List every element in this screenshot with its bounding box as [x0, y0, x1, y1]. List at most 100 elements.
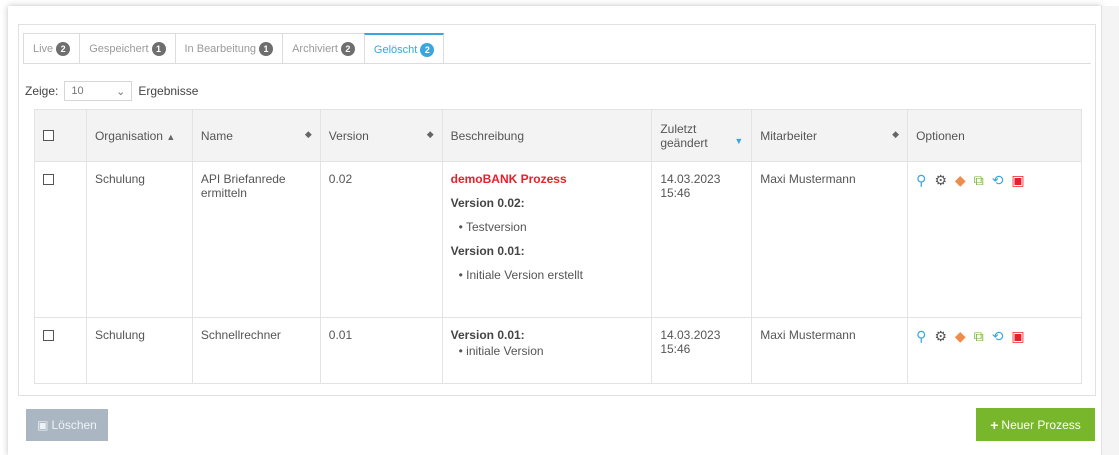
cell-organisation: Schulung	[85, 317, 193, 384]
date-text: 14.03.2023	[660, 172, 721, 186]
header-zuletzt[interactable]: Zuletzt geändert ▼	[651, 109, 753, 162]
tab-label: Archiviert	[292, 42, 338, 55]
table-row: Schulung Schnellrechner 0.01 Version 0.0…	[34, 317, 1082, 384]
version-label: Version 0.01:	[450, 244, 525, 258]
version-label: Version 0.02:	[450, 196, 525, 210]
undo-icon[interactable]: ⟲	[992, 328, 1004, 345]
tags-icon[interactable]: ◆	[955, 172, 966, 189]
plus-icon: +	[990, 416, 999, 433]
count-badge: 2	[420, 42, 435, 57]
header-label: Mitarbeiter	[760, 128, 817, 143]
tab-label: In Bearbeitung	[184, 42, 257, 55]
cell-beschreibung: Version 0.01: • initiale Version	[441, 317, 653, 384]
tags-icon[interactable]: ◆	[955, 328, 966, 345]
status-tabs: Live 2 Gespeichert 1 In Bearbeitung 1 Ar…	[23, 33, 445, 64]
header-mitarbeiter[interactable]: Mitarbeiter ◆	[751, 109, 909, 162]
sort-icon: ◆	[426, 128, 434, 139]
count-badge: 1	[151, 41, 166, 56]
row-select-cell[interactable]	[34, 161, 87, 318]
cell-mitarbeiter: Maxi Mustermann	[751, 161, 909, 318]
new-process-button[interactable]: + Neuer Prozess	[976, 408, 1095, 441]
header-version[interactable]: Version ◆	[319, 109, 443, 162]
tab-label: Live	[33, 42, 54, 55]
header-label: Beschreibung	[450, 128, 525, 143]
trash-icon: ▣	[37, 418, 49, 432]
cell-mitarbeiter: Maxi Mustermann	[751, 317, 909, 384]
trash-icon[interactable]: ▣	[1011, 172, 1024, 189]
sort-icon: ◆	[304, 128, 312, 139]
copy-icon[interactable]: ⧉	[974, 172, 984, 189]
row-checkbox[interactable]	[43, 330, 54, 341]
header-label: Version	[328, 128, 369, 143]
time-text: 15:46	[660, 342, 691, 356]
time-text: 15:46	[660, 186, 691, 200]
cell-optionen: ⚲ ⚙ ◆ ⧉ ⟲ ▣	[907, 161, 1082, 318]
sort-icon: ◆	[892, 128, 900, 139]
length-suffix: Ergebnisse	[138, 84, 199, 98]
version-note-text: Initiale Version erstellt	[466, 268, 583, 282]
row-select-cell[interactable]	[34, 317, 87, 384]
version-note: • Testversion	[458, 220, 527, 234]
chevron-down-icon: ⌄	[116, 85, 126, 98]
header-label: Optionen	[916, 128, 965, 143]
tab-geloescht[interactable]: Gelöscht 2	[363, 33, 445, 64]
gears-icon[interactable]: ⚙	[934, 172, 947, 189]
header-beschreibung[interactable]: Beschreibung	[441, 109, 653, 162]
sort-desc-icon: ▼	[734, 135, 744, 146]
tab-label: Gespeichert	[89, 42, 149, 55]
header-optionen: Optionen	[907, 109, 1082, 162]
cell-version: 0.01	[319, 317, 443, 384]
count-badge: 1	[259, 41, 274, 56]
cell-organisation: Schulung	[85, 161, 193, 318]
cell-optionen: ⚲ ⚙ ◆ ⧉ ⟲ ▣	[907, 317, 1082, 384]
tab-in-bearbeitung[interactable]: In Bearbeitung 1	[174, 33, 284, 63]
delete-button-label: Löschen	[51, 418, 97, 432]
select-all-checkbox[interactable]	[43, 129, 54, 141]
new-process-button-label: Neuer Prozess	[1001, 417, 1081, 432]
page-length: Zeige: 10 ⌄ Ergebnisse	[25, 81, 198, 101]
cell-beschreibung: demoBANK Prozess Version 0.02: • Testver…	[441, 161, 653, 318]
header-organisation[interactable]: Organisation ▲︎	[85, 109, 193, 162]
length-prefix: Zeige:	[25, 84, 59, 98]
process-table: Organisation ▲︎ Name ◆ Version ◆ Beschreib…	[34, 109, 1082, 384]
cell-version: 0.02	[319, 161, 443, 318]
tab-label: Gelöscht	[373, 43, 418, 56]
tab-gespeichert[interactable]: Gespeichert 1	[79, 33, 176, 63]
header-label: Organisation	[94, 128, 163, 143]
sort-icon: ▲︎	[166, 131, 176, 142]
tab-archiviert[interactable]: Archiviert 2	[282, 33, 365, 63]
trash-icon[interactable]: ▣	[1011, 328, 1024, 345]
select-all-cell[interactable]	[34, 109, 87, 162]
header-name[interactable]: Name ◆	[191, 109, 321, 162]
tabs-divider	[23, 63, 1091, 64]
cell-zuletzt: 14.03.2023 15:46	[651, 161, 753, 318]
row-actions: ⚲ ⚙ ◆ ⧉ ⟲ ▣	[916, 328, 1073, 345]
version-note-text: Testversion	[465, 220, 527, 234]
row-checkbox[interactable]	[43, 174, 54, 185]
row-actions: ⚲ ⚙ ◆ ⧉ ⟲ ▣	[916, 172, 1073, 189]
search-icon[interactable]: ⚲	[916, 328, 926, 345]
count-badge: 2	[340, 41, 355, 56]
tab-live[interactable]: Live 2	[23, 33, 81, 63]
cell-zuletzt: 14.03.2023 15:46	[651, 317, 753, 384]
cell-name: Schnellrechner	[191, 317, 321, 384]
table-row: Schulung API Briefanrede ermitteln 0.02 …	[34, 161, 1082, 318]
search-icon[interactable]: ⚲	[916, 172, 926, 189]
table-header-row: Organisation ▲︎ Name ◆ Version ◆ Beschreib…	[34, 109, 1082, 162]
gears-icon[interactable]: ⚙	[934, 328, 947, 345]
version-note: • Initiale Version erstellt	[458, 268, 583, 282]
cell-name: API Briefanrede ermitteln	[191, 161, 321, 318]
copy-icon[interactable]: ⧉	[974, 328, 984, 345]
header-label: Name	[200, 128, 233, 143]
version-note: • initiale Version	[458, 344, 544, 358]
count-badge: 2	[56, 41, 71, 56]
scroll-strip[interactable]	[1101, 6, 1119, 455]
delete-button[interactable]: ▣ Löschen	[26, 409, 108, 441]
undo-icon[interactable]: ⟲	[992, 172, 1004, 189]
description-title: demoBANK Prozess	[450, 172, 567, 186]
header-label: Zuletzt geändert	[660, 121, 708, 150]
select-value: 10	[71, 85, 84, 97]
page-length-select[interactable]: 10 ⌄	[64, 81, 133, 101]
date-text: 14.03.2023	[660, 328, 721, 342]
version-note-text: initiale Version	[466, 344, 544, 358]
